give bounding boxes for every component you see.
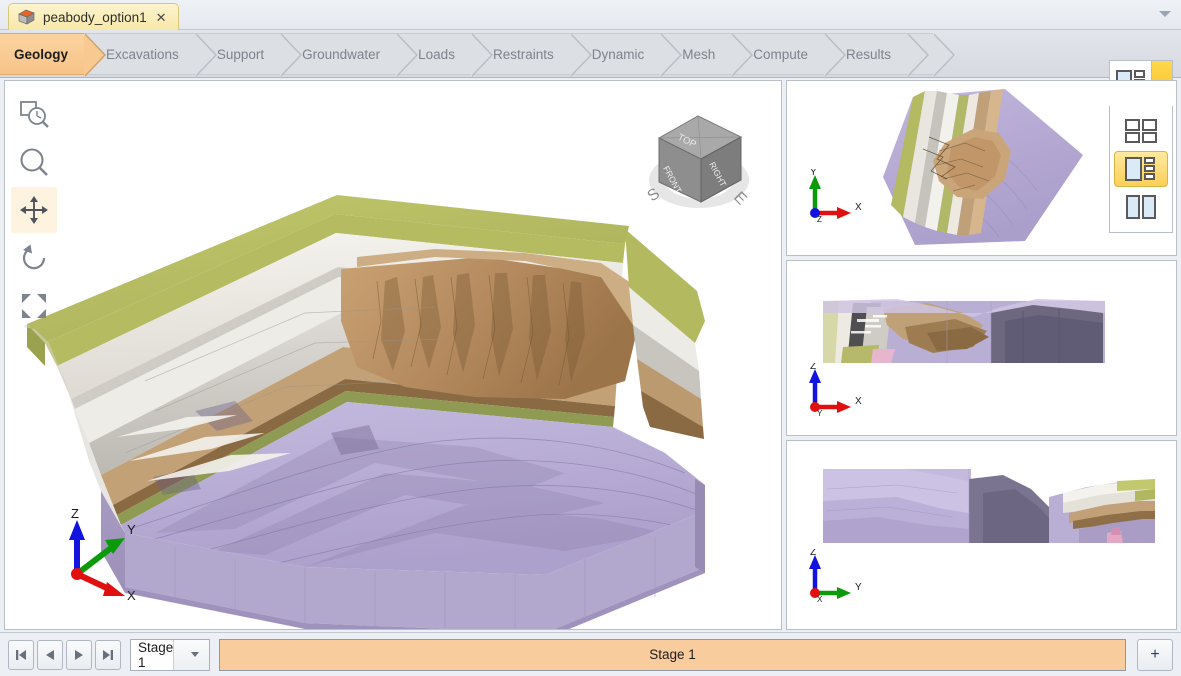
chevron-down-icon	[191, 652, 200, 657]
stage-bar: Stage 1 Stage 1 +	[0, 632, 1181, 676]
layout-dropdown-menu	[1109, 106, 1173, 233]
axis-triad-side: Z Y X	[801, 547, 875, 612]
axis-label-y: Y	[855, 582, 862, 593]
geology-block-icon	[17, 9, 36, 26]
pan-icon[interactable]	[11, 187, 57, 233]
workflow-tab-label: Compute	[753, 46, 809, 62]
stage-selector[interactable]: Stage 1	[130, 638, 210, 671]
skip-to-last-icon[interactable]	[95, 639, 121, 670]
stage-selector-value: Stage 1	[138, 639, 174, 670]
axis-label-z: Z	[71, 506, 79, 521]
axis-label-x: X	[817, 595, 823, 604]
axis-label-x: X	[855, 396, 862, 407]
layout-option-one-plus-three[interactable]	[1114, 151, 1168, 187]
axis-label-y: Y	[817, 409, 823, 418]
workflow-tab-label: Excavations	[106, 46, 179, 62]
close-icon[interactable]: ✕	[154, 10, 169, 25]
axis-label-x: X	[127, 588, 136, 603]
document-tab[interactable]: peabody_option1 ✕	[8, 3, 179, 30]
axis-label-z: Z	[810, 363, 816, 372]
document-tab-label: peabody_option1	[43, 9, 147, 25]
axis-label-z: Z	[810, 549, 816, 558]
workflow-tab-geology[interactable]: Geology	[0, 33, 107, 77]
step-forward-icon[interactable]	[66, 639, 92, 670]
axis-label-y: Y	[127, 522, 136, 537]
add-stage-button[interactable]: +	[1137, 638, 1173, 671]
workflow-tab-label: Groundwater	[302, 46, 381, 62]
title-bar: peabody_option1 ✕	[0, 0, 1181, 30]
axis-label-x: X	[855, 202, 862, 213]
layout-option-two-panel-split[interactable]	[1114, 189, 1168, 225]
workflow-tab-label: Loads	[418, 46, 455, 62]
workflow-tab-label: Geology	[14, 46, 69, 62]
stage-chip-stage-1[interactable]: Stage 1	[219, 638, 1126, 671]
axis-label-z: Z	[817, 215, 822, 224]
application-window: peabody_option1 ✕ Geology Excavations Su…	[0, 0, 1181, 676]
zoom-window-icon[interactable]	[11, 91, 57, 137]
add-stage-label: +	[1150, 645, 1160, 663]
workflow-ribbon: Geology Excavations Support Groundwater …	[0, 30, 1181, 233]
zoom-extents-icon[interactable]	[11, 283, 57, 329]
workflow-tab-label: Support	[216, 46, 265, 62]
workflow-tab-label: Results	[846, 46, 892, 62]
workflow-tab-label: Mesh	[682, 46, 716, 62]
stage-selector-dropdown-arrow[interactable]	[173, 639, 209, 670]
stage-chip-label: Stage 1	[649, 647, 696, 662]
workflow-tab-label: Restraints	[492, 46, 554, 62]
axis-triad-plan: Y X Z	[801, 167, 875, 232]
navigation-cube[interactable]: S E TOP FRONT RIGHT	[641, 106, 761, 226]
skip-to-first-icon[interactable]	[8, 639, 34, 670]
zoom-icon[interactable]	[11, 139, 57, 185]
workflow-tab-list: Geology Excavations Support Groundwater …	[0, 33, 956, 77]
rotate-icon[interactable]	[11, 235, 57, 281]
layout-option-2x2-grid[interactable]	[1114, 113, 1168, 149]
axis-label-y: Y	[810, 169, 817, 178]
axis-triad-main: Z Y X	[49, 504, 159, 609]
side-elevation-panel[interactable]: Z Y X	[786, 440, 1177, 630]
axis-triad-front: Z X Y	[801, 361, 875, 426]
front-elevation-panel[interactable]: Z X Y	[786, 260, 1177, 436]
workflow-tab-label: Dynamic	[591, 46, 645, 62]
step-back-icon[interactable]	[37, 639, 63, 670]
perspective-3d-viewport[interactable]: S E TOP FRONT RIGHT Z Y X	[4, 80, 782, 630]
chevron-down-icon[interactable]	[1159, 11, 1171, 17]
